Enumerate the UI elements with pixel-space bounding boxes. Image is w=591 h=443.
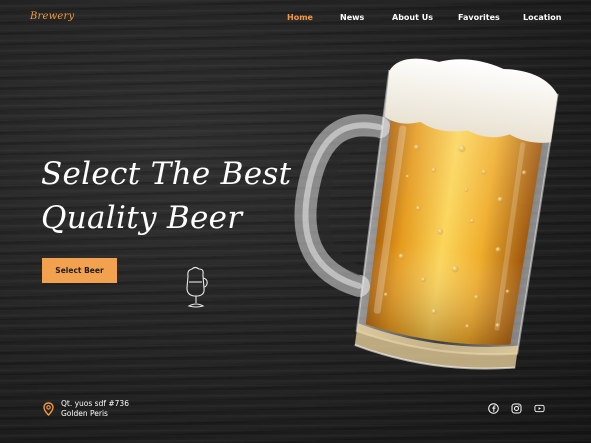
instagram-icon[interactable] [511,403,522,414]
beer-glass-icon [182,266,210,314]
address-block: Qt. yuos sdf #736 Golden Peris [43,399,129,420]
beer-mug-image [278,44,568,378]
location-pin-icon [43,401,54,420]
nav-item-location[interactable]: Location [523,13,562,22]
nav-item-home[interactable]: Home [287,13,313,22]
hero-headline: Select The Best Quality Beer [41,152,291,240]
nav-item-about-us[interactable]: About Us [392,13,433,22]
select-beer-button[interactable]: Select Beer [42,258,117,283]
address-line2: Golden Peris [61,409,108,418]
landing-page: Brewery Home News About Us Favorites Loc… [0,0,591,443]
youtube-icon[interactable] [534,403,545,414]
hero-headline-line2: Quality Beer [41,200,243,236]
nav-item-favorites[interactable]: Favorites [458,13,500,22]
main-nav: Home News About Us Favorites Location [0,13,591,25]
nav-item-news[interactable]: News [340,13,364,22]
facebook-icon[interactable] [488,403,499,414]
address-line1: Qt. yuos sdf #736 [61,399,129,408]
hero-headline-line1: Select The Best [41,156,292,192]
